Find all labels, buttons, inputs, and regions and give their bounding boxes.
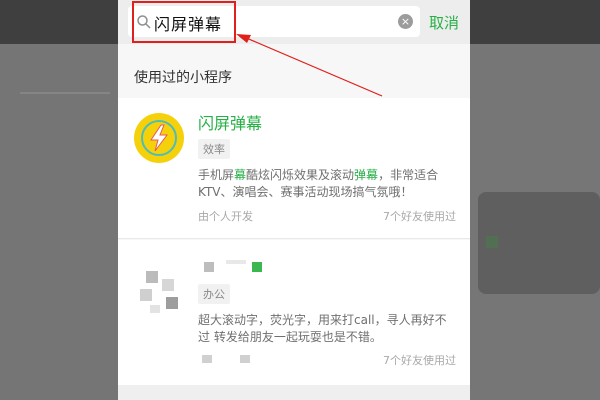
clear-icon[interactable]: × [398,14,413,29]
app-description: 手机屏幕酷炫闪烁效果及滚动弹幕，非常适合 KTV、演唱会、赛事活动现场搞气氛哦！ [198,167,453,201]
blur-block [140,289,152,301]
desc-text: 手机屏 [198,168,235,182]
app-name: 闪屏弹幕 [198,114,263,133]
bottom-strip [118,385,470,400]
cancel-button[interactable]: 取消 [429,12,459,33]
desc-text: 酷炫闪烁效果及滚动 [246,168,355,182]
category-tag: 效率 [198,139,230,159]
divider [118,238,470,239]
background-divider [20,92,110,94]
blur-block [226,260,246,264]
blur-block [202,355,212,363]
desc-text: 超大滚动字，荧光字，用来打call，寻人再好不 [198,313,447,327]
background-card [478,192,600,294]
blur-block [240,355,250,363]
category-tag: 办公 [198,284,230,304]
blurred-app-icon [138,265,186,313]
lightning-bolt-icon [150,124,168,152]
desc-highlight: 弹幕 [354,168,379,182]
section-title: 使用过的小程序 [134,70,232,86]
list-item[interactable]: 办公 超大滚动字，荧光字，用来打call，寻人再好不 过 转发给朋友一起玩耍也是… [118,240,470,385]
blur-block [204,262,214,272]
list-item[interactable]: 闪屏弹幕 效率 手机屏幕酷炫闪烁效果及滚动弹幕，非常适合 KTV、演唱会、赛事活… [118,98,470,238]
search-panel: 闪屏弹幕 × 取消 使用过的小程序 闪屏弹幕 效率 手机屏幕酷炫闪烁效果及滚动弹… [118,0,470,400]
friends-used-label: 7个好友使用过 [383,210,456,223]
desc-text: KTV、演唱会、赛事活动现场搞气氛哦！ [198,185,413,199]
desc-highlight: 幕 [234,168,247,182]
blur-block [146,271,158,283]
blur-block [252,262,262,272]
blur-block [166,297,178,309]
blur-block [150,305,160,313]
search-bar: 闪屏弹幕 × 取消 [118,0,470,44]
friends-used-label: 7个好友使用过 [383,354,456,367]
developer-label: 由个人开发 [198,210,253,223]
annotation-highlight-box [132,1,236,43]
blur-block [162,279,174,291]
app-description: 超大滚动字，荧光字，用来打call，寻人再好不 过 转发给朋友一起玩耍也是不错。 [198,312,453,346]
desc-text: 过 转发给朋友一起玩耍也是不错。 [198,330,382,344]
lightning-icon [134,113,184,163]
desc-text: ，非常适合 [378,168,439,182]
background-left [0,44,118,400]
background-dot [486,236,498,248]
